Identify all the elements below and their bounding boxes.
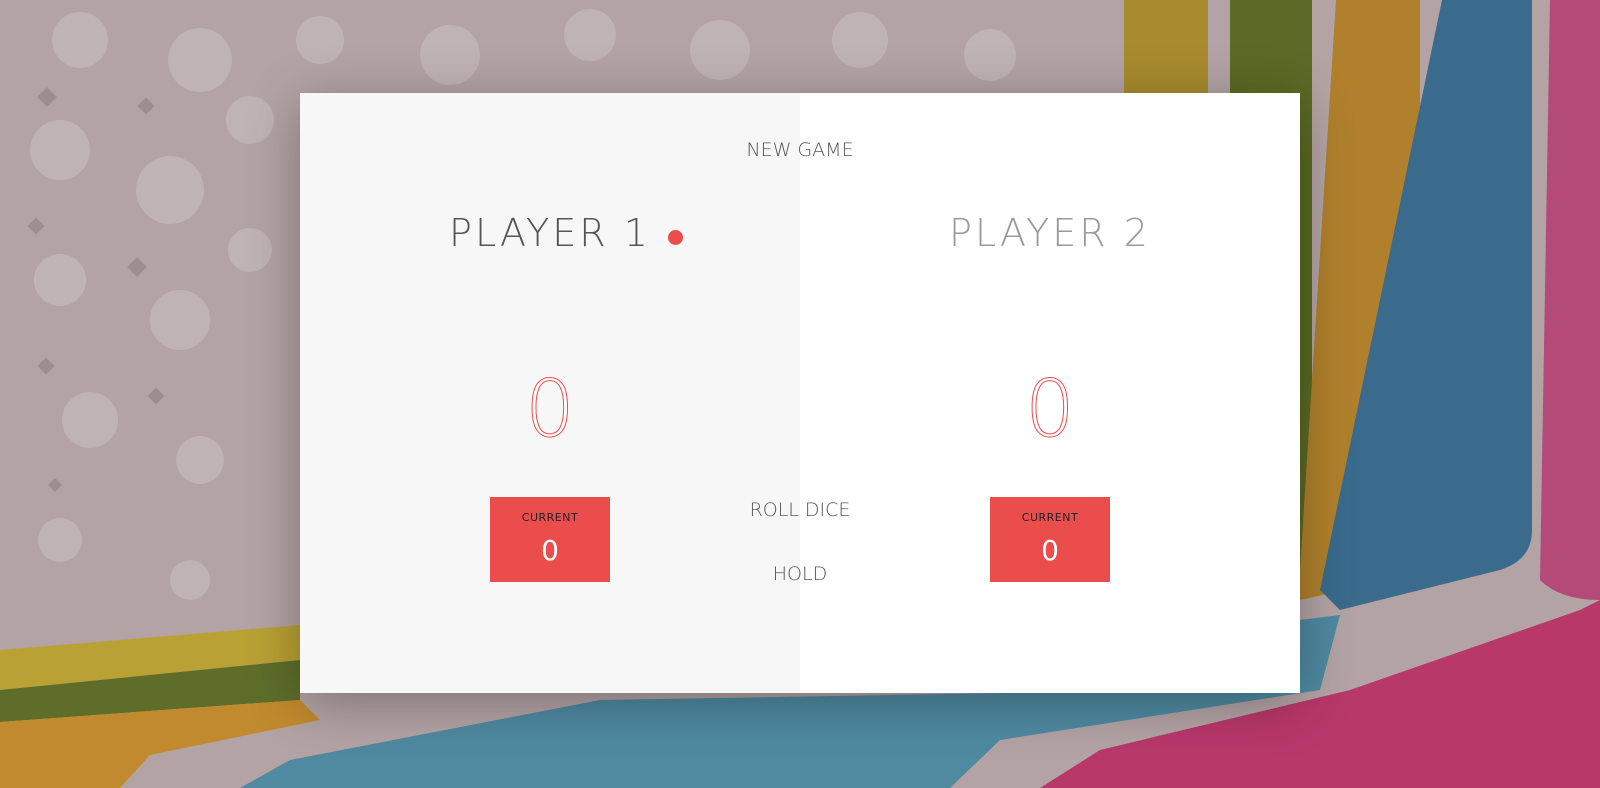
- player-1-name: PLAYER 1: [449, 211, 651, 255]
- player-1-current-box: CURRENT 0: [490, 497, 610, 582]
- player-1-current-score: 0: [541, 534, 559, 567]
- player-2-current-score: 0: [1041, 534, 1059, 567]
- roll-dice-button[interactable]: ROLL DICE: [700, 499, 900, 521]
- game-board: PLAYER 1 0 CURRENT 0 PLAYER 2 0 CURRENT …: [300, 93, 1300, 693]
- player-2-name: PLAYER 2: [949, 211, 1151, 255]
- player-1-score: 0: [525, 365, 576, 455]
- player-1-panel: PLAYER 1 0 CURRENT 0: [300, 93, 800, 693]
- player-2-current-box: CURRENT 0: [990, 497, 1110, 582]
- player-2-current-label: CURRENT: [1021, 511, 1079, 524]
- hold-button[interactable]: HOLD: [700, 563, 900, 585]
- active-player-indicator: [668, 230, 683, 245]
- player-1-current-label: CURRENT: [521, 511, 579, 524]
- player-2-panel: PLAYER 2 0 CURRENT 0: [800, 93, 1300, 693]
- player-2-score: 0: [1025, 365, 1076, 455]
- new-game-button[interactable]: NEW GAME: [700, 139, 900, 161]
